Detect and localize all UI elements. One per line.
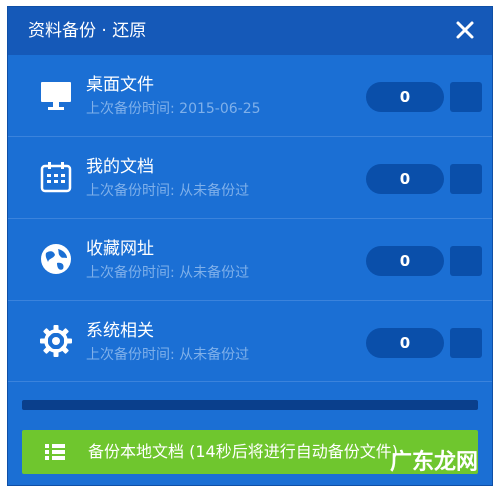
backup-list: 桌面文件 上次备份时间: 2015-06-25 0 我的文档 上次备份时间: 从… (8, 55, 492, 383)
options-button[interactable] (450, 82, 482, 112)
window-title: 资料备份 · 还原 (28, 21, 147, 41)
monitor-icon (41, 82, 71, 110)
row-name: 收藏网址 (86, 239, 154, 259)
row-last-backup: 上次备份时间: 2015-06-25 (86, 101, 261, 117)
close-icon[interactable] (452, 17, 478, 43)
row-system[interactable]: 系统相关 上次备份时间: 从未备份过 0 (8, 301, 492, 383)
backup-progress-bar (22, 400, 478, 410)
row-name: 系统相关 (86, 321, 154, 341)
options-button[interactable] (450, 328, 482, 358)
row-last-backup: 上次备份时间: 从未备份过 (86, 265, 250, 281)
count-badge[interactable]: 0 (366, 246, 444, 276)
title-bar: 资料备份 · 还原 (8, 7, 492, 55)
calendar-icon (40, 162, 72, 193)
row-desktop-files[interactable]: 桌面文件 上次备份时间: 2015-06-25 0 (8, 55, 492, 137)
count-badge[interactable]: 0 (366, 82, 444, 112)
options-button[interactable] (450, 246, 482, 276)
watermark-logo: 广东龙网 (389, 450, 478, 475)
row-name: 桌面文件 (86, 75, 154, 95)
row-name: 我的文档 (86, 157, 154, 177)
backup-restore-window: 资料备份 · 还原 桌面文件 上次备份时间: 2015-06-25 0 我的文档… (7, 6, 493, 486)
count-badge[interactable]: 0 (366, 164, 444, 194)
row-last-backup: 上次备份时间: 从未备份过 (86, 347, 250, 363)
row-last-backup: 上次备份时间: 从未备份过 (86, 183, 250, 199)
footer: 备份本地文档 (14秒后将进行自动备份文件) 广东龙网 (8, 381, 492, 485)
gear-icon (40, 325, 72, 357)
options-button[interactable] (450, 164, 482, 194)
backup-button-label: 备份本地文档 (14秒后将进行自动备份文件) (88, 442, 398, 461)
row-my-documents[interactable]: 我的文档 上次备份时间: 从未备份过 0 (8, 137, 492, 219)
globe-icon (41, 244, 71, 274)
list-icon (45, 444, 65, 460)
count-badge[interactable]: 0 (366, 328, 444, 358)
row-favorites[interactable]: 收藏网址 上次备份时间: 从未备份过 0 (8, 219, 492, 301)
